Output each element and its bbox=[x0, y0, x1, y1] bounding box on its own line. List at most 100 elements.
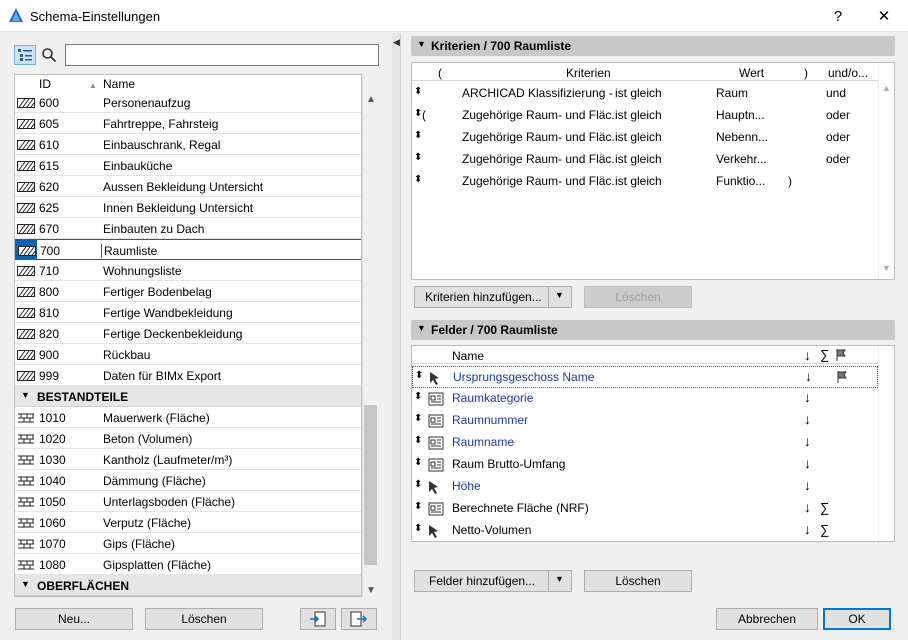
drag-handle-icon: ⬍ bbox=[415, 370, 424, 381]
column-id[interactable]: ID bbox=[39, 77, 51, 91]
cancel-button[interactable]: Abbrechen bbox=[716, 608, 818, 630]
item-name: Kantholz (Laufmeter/m³) bbox=[103, 453, 233, 467]
brick-pattern-icon bbox=[17, 433, 35, 444]
dropdown-arrow-icon: ▼ bbox=[555, 290, 564, 300]
list-item[interactable]: 600 Personenaufzug bbox=[15, 92, 361, 113]
criteria-row[interactable]: ⬍ Zugehörige Raum- und Fläc... ist gleich V… bbox=[412, 149, 878, 171]
field-row[interactable]: ⬍ Netto-Volumen ↓ ∑ bbox=[412, 520, 878, 542]
item-id: 800 bbox=[39, 285, 60, 299]
item-id: 625 bbox=[39, 201, 60, 215]
archicad-app-icon bbox=[9, 8, 23, 22]
list-item[interactable]: 615 Einbauküche bbox=[15, 155, 361, 176]
hatch-pattern-icon bbox=[17, 160, 35, 171]
tree-view-icon[interactable] bbox=[14, 45, 36, 65]
scroll-down-icon[interactable]: ▼ bbox=[366, 585, 376, 596]
group-oberflaechen[interactable]: ▼ OBERFLÄCHEN bbox=[15, 575, 361, 596]
export-button[interactable] bbox=[341, 608, 377, 630]
list-item[interactable]: 1040 Dämmung (Fläche) bbox=[15, 470, 361, 491]
criteria-row[interactable]: ⬍ ARCHICAD Klassifizierung - ... ist gleic… bbox=[412, 83, 878, 105]
list-item[interactable]: 625 Innen Bekleidung Untersicht bbox=[15, 197, 361, 218]
criteria-header: ( Kriterien Wert ) und/o... bbox=[412, 63, 878, 81]
list-item[interactable]: 710 Wohnungsliste bbox=[15, 260, 361, 281]
search-icon[interactable] bbox=[38, 45, 60, 65]
ok-button[interactable]: OK bbox=[823, 608, 891, 630]
field-row[interactable]: ⬍ Raumkategorie ↓ bbox=[412, 388, 878, 410]
list-item[interactable]: 620 Aussen Bekleidung Untersicht bbox=[15, 176, 361, 197]
scroll-up-icon[interactable]: ▲ bbox=[366, 94, 376, 105]
list-item[interactable]: 820 Fertige Deckenbekleidung bbox=[15, 323, 361, 344]
item-id: 615 bbox=[39, 159, 60, 173]
item-id: 610 bbox=[39, 138, 60, 152]
list-item[interactable]: 1070 Gips (Fläche) bbox=[15, 533, 361, 554]
fields-scrollbar[interactable] bbox=[878, 346, 895, 541]
hatch-pattern-icon bbox=[17, 307, 35, 318]
item-id: 1080 bbox=[39, 558, 66, 572]
list-item[interactable]: 670 Einbauten zu Dach bbox=[15, 218, 361, 239]
add-fields-button[interactable]: Felder hinzufügen... ▼ bbox=[414, 570, 572, 592]
list-item[interactable]: 1010 Mauerwerk (Fläche) bbox=[15, 407, 361, 428]
scrollbar-thumb[interactable] bbox=[364, 405, 377, 565]
list-item[interactable]: 1030 Kantholz (Laufmeter/m³) bbox=[15, 449, 361, 470]
item-name: Dämmung (Fläche) bbox=[103, 474, 206, 488]
field-row[interactable]: ⬍ Höhe ↓ bbox=[412, 476, 878, 498]
list-item[interactable]: 900 Rückbau bbox=[15, 344, 361, 365]
delete-field-button[interactable]: Löschen bbox=[584, 570, 692, 592]
criteria-row[interactable]: ⬍ Zugehörige Raum- und Fläc... ist gleich F… bbox=[412, 171, 878, 193]
list-item[interactable]: 610 Einbauschrank, Regal bbox=[15, 134, 361, 155]
item-name: Mauerwerk (Fläche) bbox=[103, 411, 210, 425]
list-item[interactable]: 810 Fertige Wandbekleidung bbox=[15, 302, 361, 323]
collapse-arrow-icon: ▼ bbox=[417, 39, 426, 49]
sort-ascending-icon: ▲ bbox=[89, 81, 97, 90]
delete-schema-button[interactable]: Löschen bbox=[145, 608, 263, 630]
list-item[interactable]: 800 Fertiger Bodenbelag bbox=[15, 281, 361, 302]
field-row[interactable]: ⬍ Raumname ↓ bbox=[412, 432, 878, 454]
add-criteria-button[interactable]: Kriterien hinzufügen... ▼ bbox=[414, 286, 572, 308]
criteria-row[interactable]: ⬍ Zugehörige Raum- und Fläc... ist gleich N… bbox=[412, 127, 878, 149]
item-name: Gipsplatten (Fläche) bbox=[103, 558, 212, 572]
window-title: Schema-Einstellungen bbox=[30, 9, 161, 24]
brick-pattern-icon bbox=[17, 517, 35, 528]
field-row[interactable]: ⬍ Raum Brutto-Umfang ↓ bbox=[412, 454, 878, 476]
field-row[interactable]: ⬍ Berechnete Fläche (NRF) ↓ ∑ bbox=[412, 498, 878, 520]
item-id: 600 bbox=[39, 96, 60, 110]
property-icon bbox=[428, 502, 444, 519]
collapse-left-icon[interactable]: ◀ bbox=[393, 37, 400, 48]
item-id: 1010 bbox=[39, 411, 66, 425]
fields-section-header[interactable]: ▼ Felder / 700 Raumliste bbox=[411, 320, 895, 340]
item-name: Aussen Bekleidung Untersicht bbox=[103, 180, 264, 194]
list-item[interactable]: 700 Raumliste bbox=[15, 239, 361, 260]
list-item[interactable]: 1080 Gipsplatten (Fläche) bbox=[15, 554, 361, 575]
import-button[interactable] bbox=[300, 608, 336, 630]
field-row[interactable]: ⬍ Ursprungsgeschoss Name ↓ bbox=[412, 366, 878, 388]
delete-criteria-button[interactable]: Löschen bbox=[584, 286, 692, 308]
criteria-section-header[interactable]: ▼ Kriterien / 700 Raumliste bbox=[411, 36, 895, 56]
list-item[interactable]: 1060 Verputz (Fläche) bbox=[15, 512, 361, 533]
item-id: 1070 bbox=[39, 537, 66, 551]
hatch-pattern-icon bbox=[17, 202, 35, 213]
item-id: 700 bbox=[40, 244, 61, 258]
criteria-scrollbar[interactable]: ▲ ▼ bbox=[878, 63, 895, 279]
property-icon bbox=[428, 392, 444, 409]
brick-pattern-icon bbox=[17, 412, 35, 423]
drag-handle-icon: ⬍ bbox=[414, 130, 423, 141]
field-row[interactable]: ⬍ Raumnummer ↓ bbox=[412, 410, 878, 432]
item-name: Verputz (Fläche) bbox=[103, 516, 192, 530]
list-item[interactable]: 1050 Unterlagsboden (Fläche) bbox=[15, 491, 361, 512]
drag-handle-icon: ⬍ bbox=[414, 501, 423, 512]
list-item[interactable]: 999 Daten für BIMx Export bbox=[15, 365, 361, 386]
hatch-pattern-icon bbox=[17, 370, 35, 381]
close-button[interactable]: ✕ bbox=[862, 0, 906, 32]
list-item[interactable]: 605 Fahrtreppe, Fahrsteig bbox=[15, 113, 361, 134]
sort-down-icon: ↓ bbox=[804, 347, 811, 363]
search-input[interactable] bbox=[65, 44, 379, 66]
sort-down-icon: ↓ bbox=[804, 455, 811, 471]
pane-splitter[interactable] bbox=[392, 33, 401, 640]
new-button[interactable]: Neu... bbox=[15, 608, 133, 630]
group-bestandteile[interactable]: ▼ BESTANDTEILE bbox=[15, 386, 361, 407]
help-button[interactable]: ? bbox=[816, 0, 860, 32]
list-item[interactable]: 1020 Beton (Volumen) bbox=[15, 428, 361, 449]
fields-table: Name ↓ ∑ ⬍ Ursprungsgeschoss Name ↓ ⬍ Raumka… bbox=[411, 345, 895, 542]
criteria-table: ( Kriterien Wert ) und/o... ⬍ ARCHICAD Kl… bbox=[411, 62, 895, 280]
column-name[interactable]: Name bbox=[103, 77, 135, 91]
criteria-row[interactable]: ⬍(Zugehörige Raum- und Fläc... ist gleich… bbox=[412, 105, 878, 127]
